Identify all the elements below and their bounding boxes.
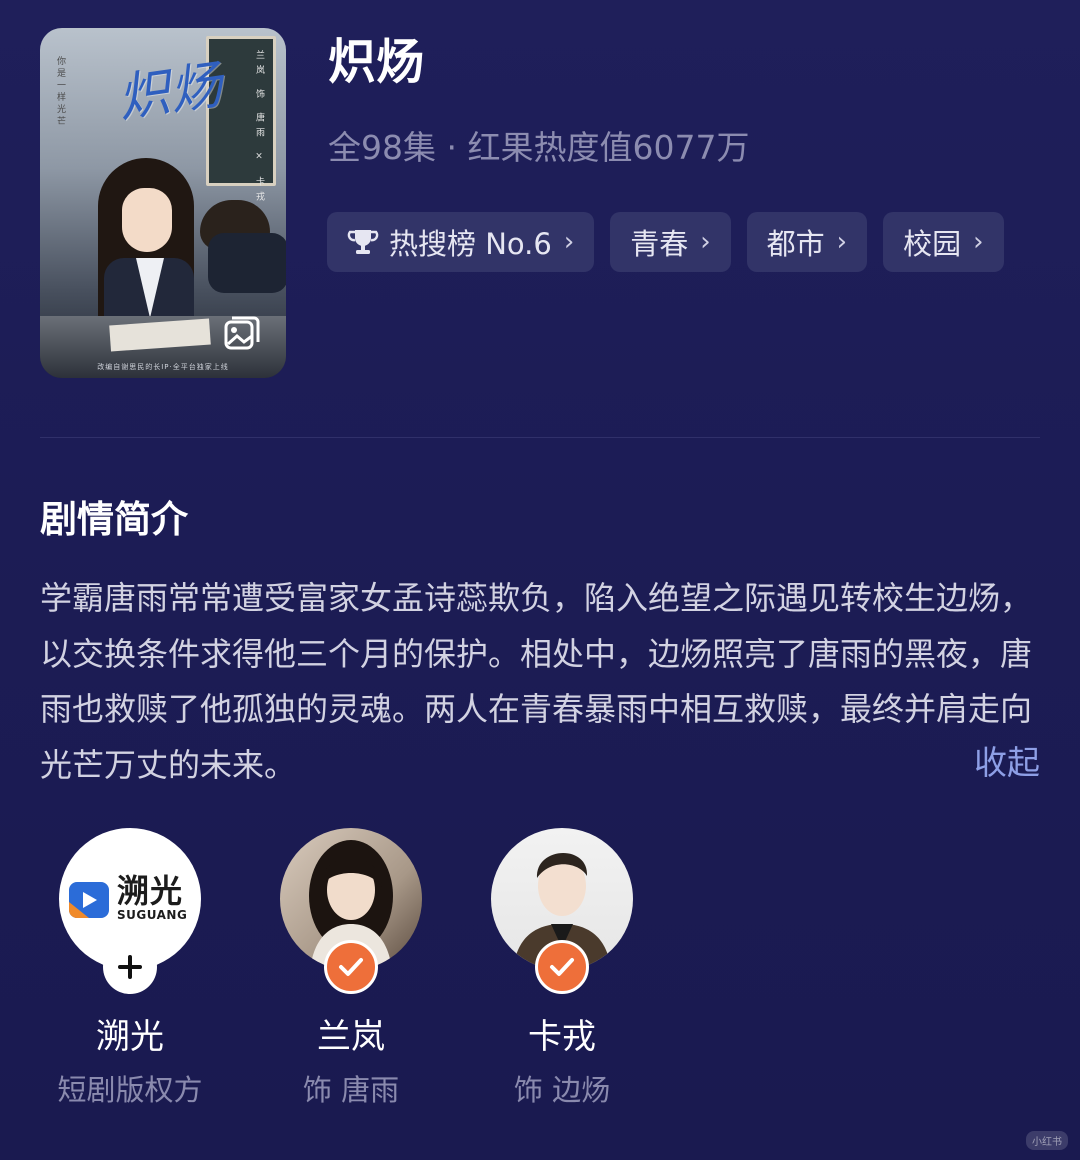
cast-list: 溯光 SUGUANG 溯光 短剧版权方 兰岚 饰 唐雨 卡戎 饰 边炀 [0,828,1080,1128]
check-icon [550,958,574,976]
follow-button[interactable] [103,940,157,994]
logo-subtext: SUGUANG [117,908,188,922]
poster-boy-uniform [208,233,286,293]
drama-meta: 全98集 · 红果热度值6077万 [328,128,750,167]
chevron-right-icon: › [973,227,984,257]
poster-girl-face [122,188,172,252]
tag-label: 校园 [903,227,962,261]
drama-poster[interactable]: 兰岚 饰 唐雨 × 卡戎 饰 边炀 你是一样光芒 炽炀 改编自谢思民的长IP·全… [40,28,286,378]
synopsis-heading: 剧情简介 [40,498,188,541]
gallery-icon[interactable] [222,314,262,354]
tag-list: 热搜榜 No.6 › 青春 › 都市 › 校园 › [327,212,1004,272]
poster-side-text: 你是一样光芒 [55,56,65,128]
drama-title: 炽炀 [328,34,425,90]
collapse-link[interactable]: 收起 [974,739,1040,787]
chevron-right-icon: › [563,227,575,257]
chevron-right-icon: › [700,227,711,257]
cast-role: 饰 边炀 [513,1073,611,1107]
cast-role: 短剧版权方 [57,1073,203,1107]
tag-label: 青春 [630,227,689,261]
chevron-right-icon: › [836,227,848,257]
suguang-logo-icon [69,882,109,918]
cast-member-karong[interactable]: 卡戎 饰 边炀 [462,828,662,1112]
cast-member-suguang[interactable]: 溯光 SUGUANG 溯光 短剧版权方 [30,828,230,1112]
tag-hot-search-rank[interactable]: 热搜榜 No.6 › [327,212,595,272]
poster-calligraphy-title: 炽炀 [114,55,226,130]
check-icon [339,958,363,976]
cast-name: 卡戎 [528,1017,596,1057]
watermark: 小红书 [1026,1131,1068,1150]
tag-campus[interactable]: 校园 › [883,212,1004,272]
section-divider [40,437,1040,438]
cast-member-lanlan[interactable]: 兰岚 饰 唐雨 [251,828,451,1112]
tag-label: 热搜榜 No.6 [389,227,552,261]
trophy-icon [347,230,379,254]
logo-text: 溯光 [117,872,184,910]
tag-label: 都市 [766,227,825,261]
plus-icon [118,955,142,979]
verified-badge [535,940,589,994]
synopsis-text: 学霸唐雨常常遭受富家女孟诗蕊欺负，陷入绝望之际遇见转校生边炀，以交换条件求得他三… [40,579,1033,784]
cast-role: 饰 唐雨 [302,1073,400,1107]
tag-youth[interactable]: 青春 › [610,212,731,272]
poster-bottom-text: 改编自谢思民的长IP·全平台独家上线 [97,363,229,371]
verified-badge [324,940,378,994]
cast-name: 溯光 [96,1017,164,1057]
cast-name: 兰岚 [317,1017,385,1057]
tag-urban[interactable]: 都市 › [746,212,868,272]
